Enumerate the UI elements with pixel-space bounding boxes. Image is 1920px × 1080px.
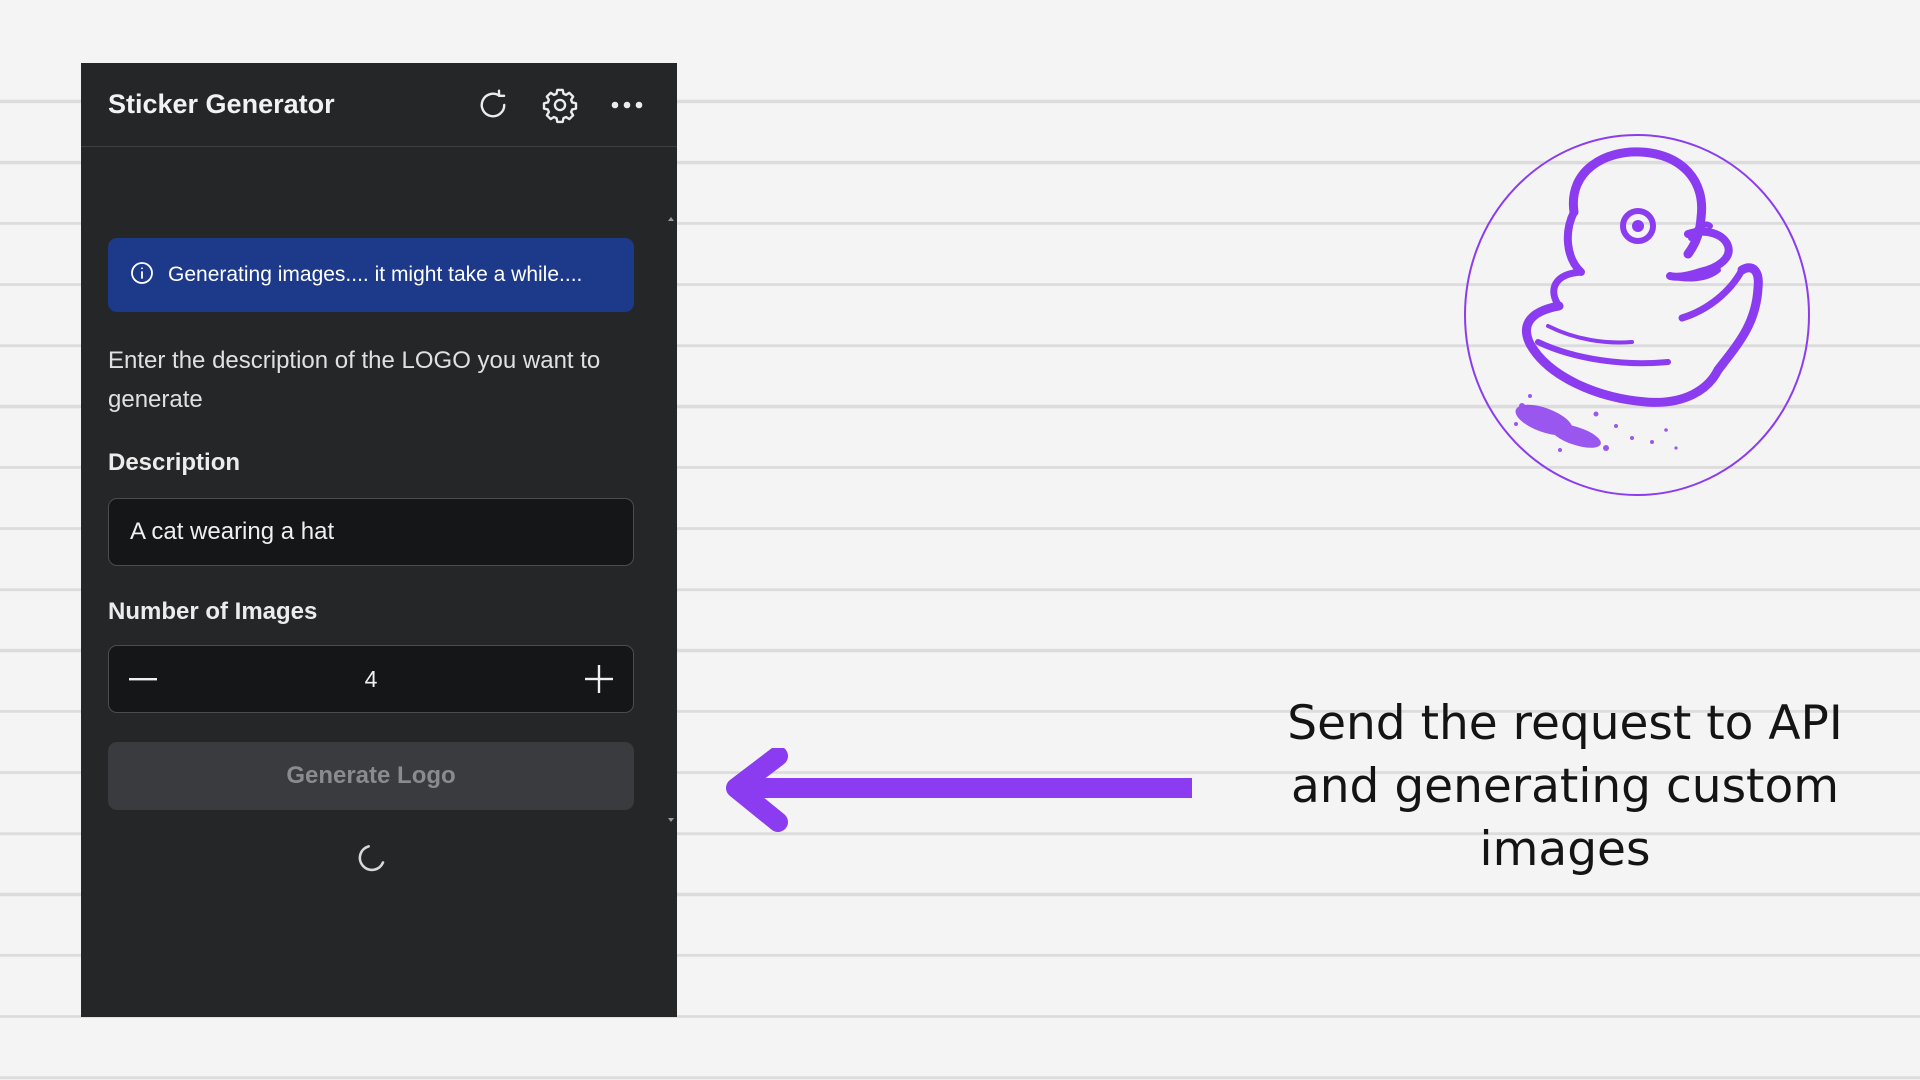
more-icon[interactable]: [607, 85, 647, 125]
intro-text: Enter the description of the LOGO you wa…: [108, 347, 601, 413]
alert-text: Generating images.... it might take a wh…: [168, 263, 583, 286]
panel-header: Sticker Generator: [81, 63, 677, 147]
scrollbar[interactable]: [665, 147, 677, 837]
increment-button[interactable]: [565, 646, 633, 712]
generate-logo-button[interactable]: Generate Logo: [108, 742, 634, 810]
refresh-icon[interactable]: [473, 85, 513, 125]
number-of-images-stepper: 4: [108, 645, 634, 713]
description-label: Description: [108, 449, 241, 476]
gear-icon[interactable]: [540, 85, 580, 125]
left-arrow-icon: [722, 746, 1202, 837]
decrement-button[interactable]: [109, 646, 177, 712]
description-input[interactable]: [108, 498, 634, 566]
number-of-images-value[interactable]: 4: [177, 666, 565, 693]
sticker-generator-panel: Sticker Generator Generating images.... …: [81, 63, 677, 1017]
info-icon: [130, 261, 154, 290]
status-alert: Generating images.... it might take a wh…: [108, 238, 634, 312]
annotation-caption: Send the request to API and generating c…: [1287, 696, 1843, 877]
loading-spinner-icon: [351, 841, 387, 877]
number-of-images-label: Number of Images: [108, 598, 318, 625]
panel-title: Sticker Generator: [108, 89, 335, 119]
duck-logo-icon: [1456, 130, 1816, 500]
